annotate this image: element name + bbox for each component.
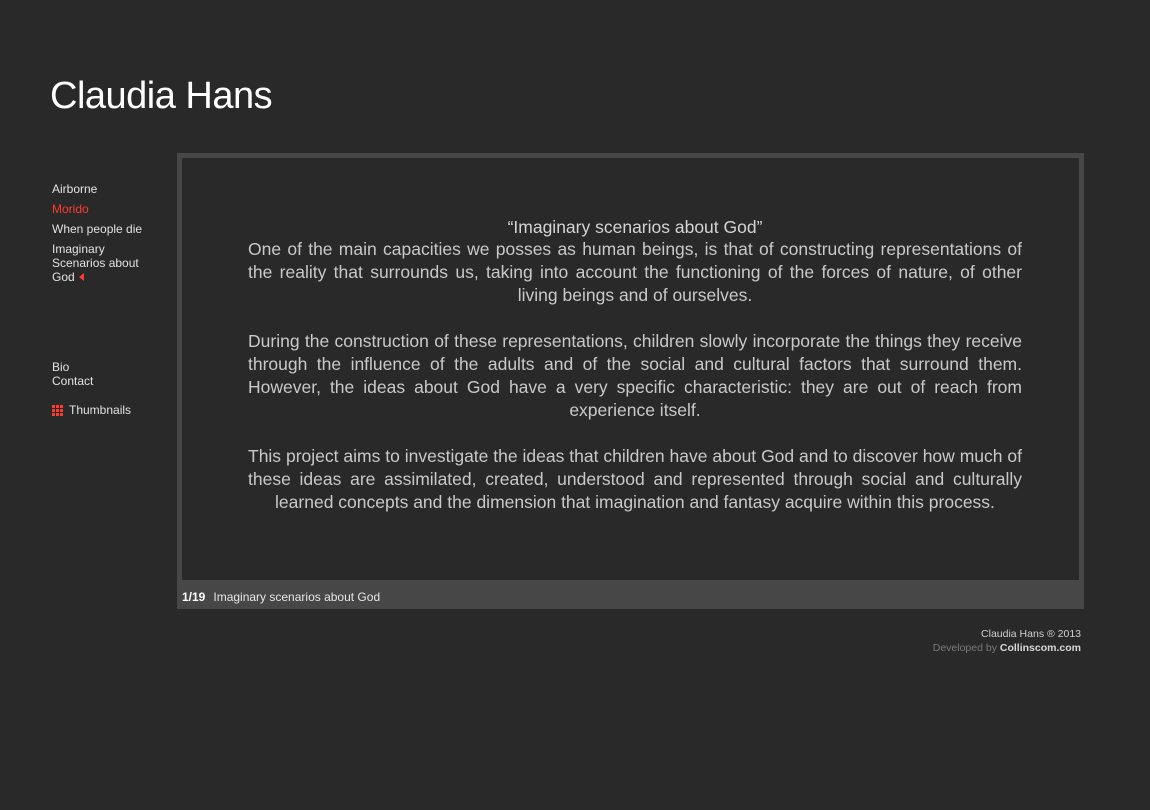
slide-paragraph: During the construction of these represe… [248,331,1022,420]
footer: Claudia Hans ® 2013 Developed by Collins… [933,627,1081,655]
slide-caption: Imaginary scenarios about God [213,590,381,604]
grid-icon [52,404,63,416]
slide-text: “Imaginary scenarios about God” One of t… [248,216,1022,537]
nav-item-morido[interactable]: Morido [52,202,162,216]
thumbnails-button[interactable]: Thumbnails [52,403,131,417]
slide-counter: 1/19 [182,590,206,604]
developer-link[interactable]: Collinscom.com [1000,642,1081,654]
current-indicator-icon [78,273,84,281]
caption-bar: 1/19 Imaginary scenarios about God [177,585,1084,609]
project-nav: Airborne Morido When people die Imaginar… [52,182,162,284]
secondary-nav: Bio Contact [52,360,93,388]
thumbnails-label: Thumbnails [69,403,132,417]
nav-item-imaginary-scenarios[interactable]: Imaginary Scenarios about God [52,242,152,284]
slide-heading: “Imaginary scenarios about God” [507,217,763,237]
slide-paragraph: This project aims to investigate the ide… [248,446,1022,512]
copyright-text: Claudia Hans ® 2013 [981,628,1081,640]
nav-item-imaginary-scenarios-label: Imaginary Scenarios about God [52,242,139,284]
slideshow-viewer: “Imaginary scenarios about God” One of t… [177,153,1084,609]
slide-paragraph: One of the main capacities we posses as … [248,239,1022,305]
site-title[interactable]: Claudia Hans [50,72,273,120]
nav-item-bio[interactable]: Bio [52,360,93,374]
developed-by-text: Developed by [932,642,997,654]
slide-frame[interactable]: “Imaginary scenarios about God” One of t… [182,158,1079,580]
nav-item-airborne[interactable]: Airborne [52,182,162,196]
nav-item-contact[interactable]: Contact [52,374,93,388]
nav-item-when-people-die[interactable]: When people die [52,222,162,236]
